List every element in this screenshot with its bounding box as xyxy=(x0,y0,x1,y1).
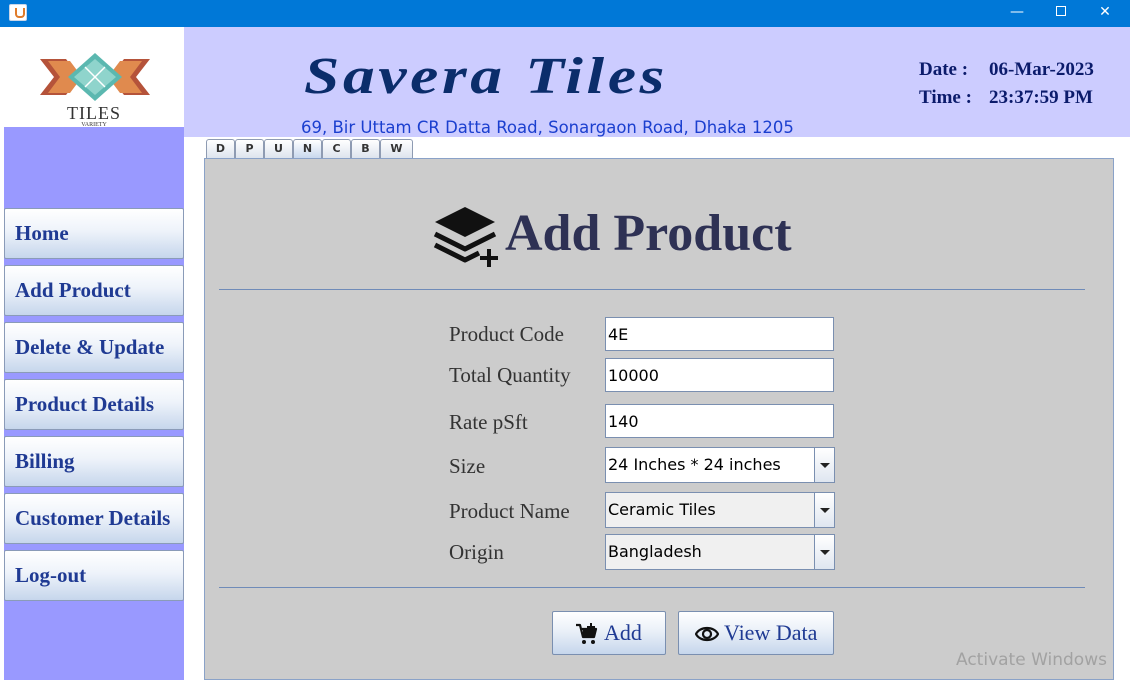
rate-input[interactable] xyxy=(605,404,834,438)
sidebar-item-add-product[interactable]: Add Product xyxy=(4,265,184,316)
header: Savera Tiles 69, Bir Uttam CR Datta Road… xyxy=(184,27,1130,137)
product-name-select-value: Ceramic Tiles xyxy=(608,500,716,519)
shop-address: 69, Bir Uttam CR Datta Road, Sonargaon R… xyxy=(301,118,794,137)
product-name-label: Product Name xyxy=(449,499,570,523)
tiles-logo-icon xyxy=(40,53,150,101)
view-data-button[interactable]: View Data xyxy=(678,611,834,655)
sidebar-item-customer-details[interactable]: Customer Details xyxy=(4,493,184,544)
eye-icon xyxy=(695,626,719,642)
tab-u[interactable]: U xyxy=(264,139,293,158)
layers-plus-icon xyxy=(433,207,498,267)
origin-select-value: Bangladesh xyxy=(608,542,702,561)
window-titlebar: — ✕ xyxy=(0,0,1130,27)
tab-w[interactable]: W xyxy=(380,139,413,158)
sidebar-item-log-out[interactable]: Log-out xyxy=(4,550,184,601)
size-select[interactable]: 24 Inches * 24 inches xyxy=(605,447,835,483)
add-product-panel: Add Product Product Code Total Quantity … xyxy=(204,158,1114,680)
minimize-icon: — xyxy=(1010,4,1024,20)
chevron-down-icon[interactable] xyxy=(814,493,834,527)
add-button-label: Add xyxy=(604,620,642,645)
tab-n[interactable]: N xyxy=(293,139,322,158)
chevron-down-icon[interactable] xyxy=(814,535,834,569)
chevron-down-icon[interactable] xyxy=(814,448,834,482)
sidebar-item-product-details[interactable]: Product Details xyxy=(4,379,184,430)
maximize-button[interactable] xyxy=(1038,0,1084,27)
sidebar: Home Add Product Delete & Update Product… xyxy=(4,127,184,680)
logo-text: TILES xyxy=(67,103,121,123)
total-quantity-label: Total Quantity xyxy=(449,363,571,387)
maximize-icon xyxy=(1056,6,1066,16)
top-divider xyxy=(219,289,1085,290)
size-select-value: 24 Inches * 24 inches xyxy=(608,455,781,474)
cart-plus-icon xyxy=(576,623,598,644)
product-code-input[interactable] xyxy=(605,317,834,351)
close-button[interactable]: ✕ xyxy=(1082,0,1128,27)
logo-panel: TILES VARIETY xyxy=(4,27,184,128)
activate-windows-watermark: Activate Windows xyxy=(956,650,1107,670)
origin-select[interactable]: Bangladesh xyxy=(605,534,835,570)
add-button[interactable]: Add xyxy=(552,611,666,655)
time-value: 23:37:59 PM xyxy=(989,87,1093,108)
date-label: Date : xyxy=(919,59,969,80)
bottom-divider xyxy=(219,587,1085,588)
brand-title: Savera Tiles xyxy=(304,48,669,105)
close-icon: ✕ xyxy=(1099,4,1111,20)
view-data-button-label: View Data xyxy=(724,620,818,645)
tab-d[interactable]: D xyxy=(206,139,235,158)
minimize-button[interactable]: — xyxy=(994,0,1040,27)
tab-p[interactable]: P xyxy=(235,139,264,158)
origin-label: Origin xyxy=(449,540,504,564)
sidebar-item-billing[interactable]: Billing xyxy=(4,436,184,487)
tab-b[interactable]: B xyxy=(351,139,380,158)
sidebar-item-home[interactable]: Home xyxy=(4,208,184,259)
page-title: Add Product xyxy=(505,205,792,262)
time-label: Time : xyxy=(919,87,972,108)
product-code-label: Product Code xyxy=(449,322,564,346)
size-label: Size xyxy=(449,454,486,478)
tab-c[interactable]: C xyxy=(322,139,351,158)
total-quantity-input[interactable] xyxy=(605,358,834,392)
sidebar-item-delete-update[interactable]: Delete & Update xyxy=(4,322,184,373)
product-name-select[interactable]: Ceramic Tiles xyxy=(605,492,835,528)
date-value: 06-Mar-2023 xyxy=(989,59,1094,80)
rate-label: Rate pSft xyxy=(449,410,528,434)
java-app-icon xyxy=(9,4,27,21)
